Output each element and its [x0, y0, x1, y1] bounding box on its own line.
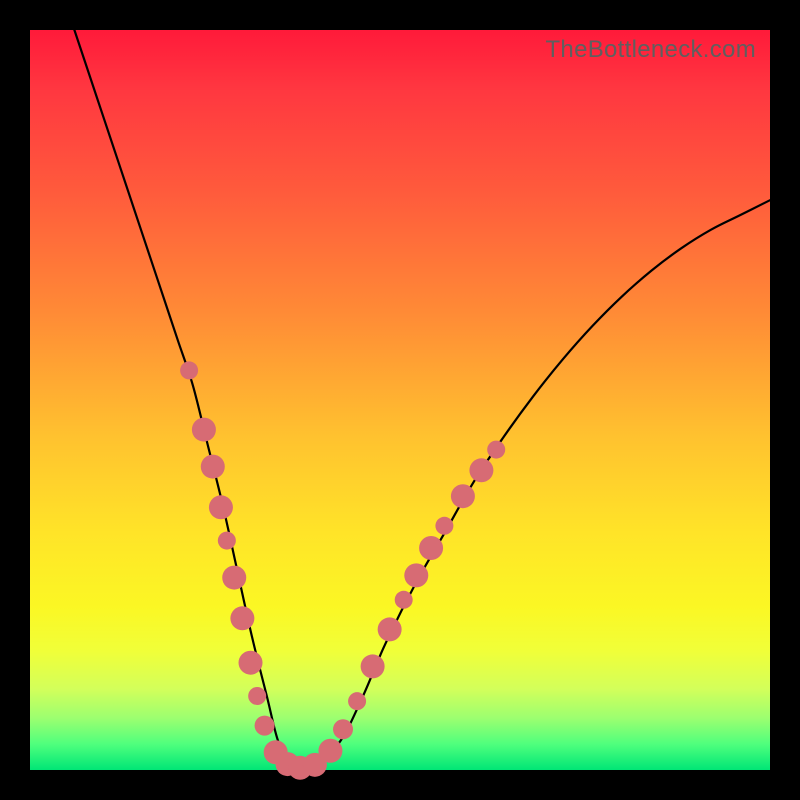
curve-marker [209, 495, 233, 519]
curve-marker [201, 455, 225, 479]
curve-marker [230, 606, 254, 630]
curve-marker [248, 687, 266, 705]
curve-marker [487, 441, 505, 459]
curve-marker [378, 617, 402, 641]
curve-marker [318, 739, 342, 763]
curve-marker [333, 719, 353, 739]
chart-frame: TheBottleneck.com [0, 0, 800, 800]
curve-marker [180, 361, 198, 379]
curve-marker [469, 458, 493, 482]
curve-marker [361, 654, 385, 678]
curve-marker [348, 692, 366, 710]
bottleneck-curve-svg [30, 30, 770, 770]
plot-area: TheBottleneck.com [30, 30, 770, 770]
curve-marker [192, 418, 216, 442]
curve-markers [180, 361, 505, 779]
curve-marker [239, 651, 263, 675]
curve-marker [218, 532, 236, 550]
bottleneck-curve-path [74, 30, 770, 768]
curve-marker [255, 716, 275, 736]
curve-marker [395, 591, 413, 609]
curve-marker [404, 563, 428, 587]
curve-marker [435, 517, 453, 535]
curve-marker [451, 484, 475, 508]
curve-marker [222, 566, 246, 590]
curve-marker [419, 536, 443, 560]
